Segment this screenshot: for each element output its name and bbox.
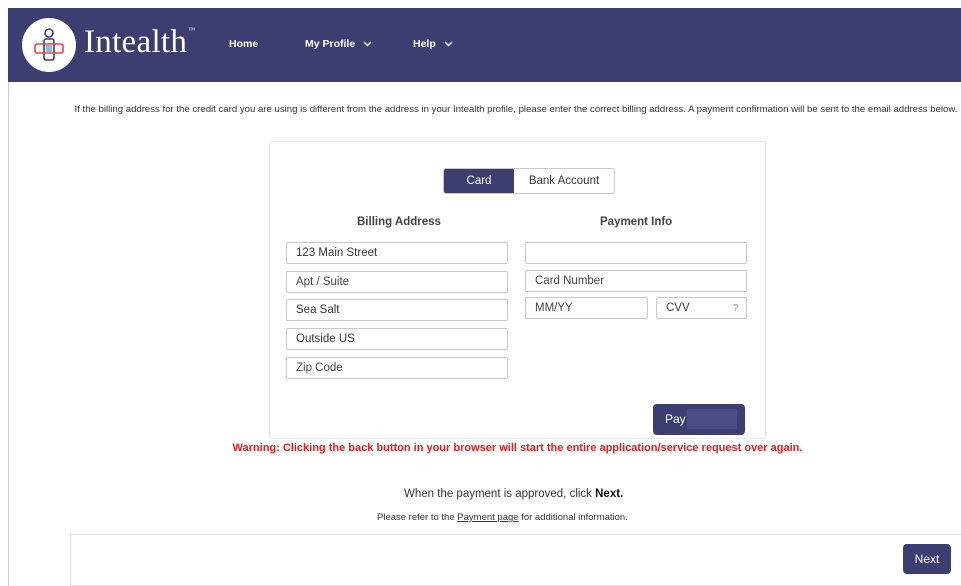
nav-home[interactable]: Home xyxy=(229,38,258,50)
apt-suite-field[interactable] xyxy=(286,271,508,293)
footer-action-bar xyxy=(70,534,961,586)
billing-intro-text: If the billing address for the credit ca… xyxy=(74,104,958,115)
payment-page-link[interactable]: Payment page xyxy=(457,512,518,523)
expiry-field[interactable] xyxy=(525,297,648,319)
billing-address-title: Billing Address xyxy=(357,216,441,228)
payment-method-tabs: Card Bank Account xyxy=(443,168,615,194)
city-field[interactable] xyxy=(286,299,508,321)
tab-card[interactable]: Card xyxy=(444,169,514,193)
chevron-down-icon xyxy=(444,38,453,50)
cardholder-name-field[interactable] xyxy=(525,242,747,264)
page-frame-border xyxy=(8,82,9,586)
pay-button[interactable]: Pay xyxy=(653,404,745,435)
tab-bank-account[interactable]: Bank Account xyxy=(514,169,614,193)
street-address-field[interactable] xyxy=(286,242,508,264)
chevron-down-icon xyxy=(363,38,372,50)
intealth-logo-icon[interactable] xyxy=(22,18,76,72)
pay-button-label: Pay xyxy=(665,412,686,426)
redacted-amount xyxy=(687,409,737,429)
state-field[interactable] xyxy=(286,328,508,350)
next-button[interactable]: Next xyxy=(903,544,951,574)
card-number-field[interactable] xyxy=(525,270,747,292)
zip-code-field[interactable] xyxy=(286,357,508,379)
payment-page-reference: Please refer to the Payment page for add… xyxy=(377,512,628,523)
back-button-warning: Warning: Clicking the back button in you… xyxy=(232,442,803,454)
nav-my-profile[interactable]: My Profile xyxy=(305,38,372,50)
next-emphasis: Next. xyxy=(595,488,624,500)
brand-name: Intealth™ xyxy=(84,24,196,60)
nav-help[interactable]: Help xyxy=(413,38,453,50)
top-navbar: Intealth™ Home My Profile Help xyxy=(8,8,961,82)
payment-approved-instruction: When the payment is approved, click Next… xyxy=(404,488,624,500)
payment-info-title: Payment Info xyxy=(600,216,673,228)
cvv-help-icon[interactable]: ? xyxy=(733,303,739,314)
